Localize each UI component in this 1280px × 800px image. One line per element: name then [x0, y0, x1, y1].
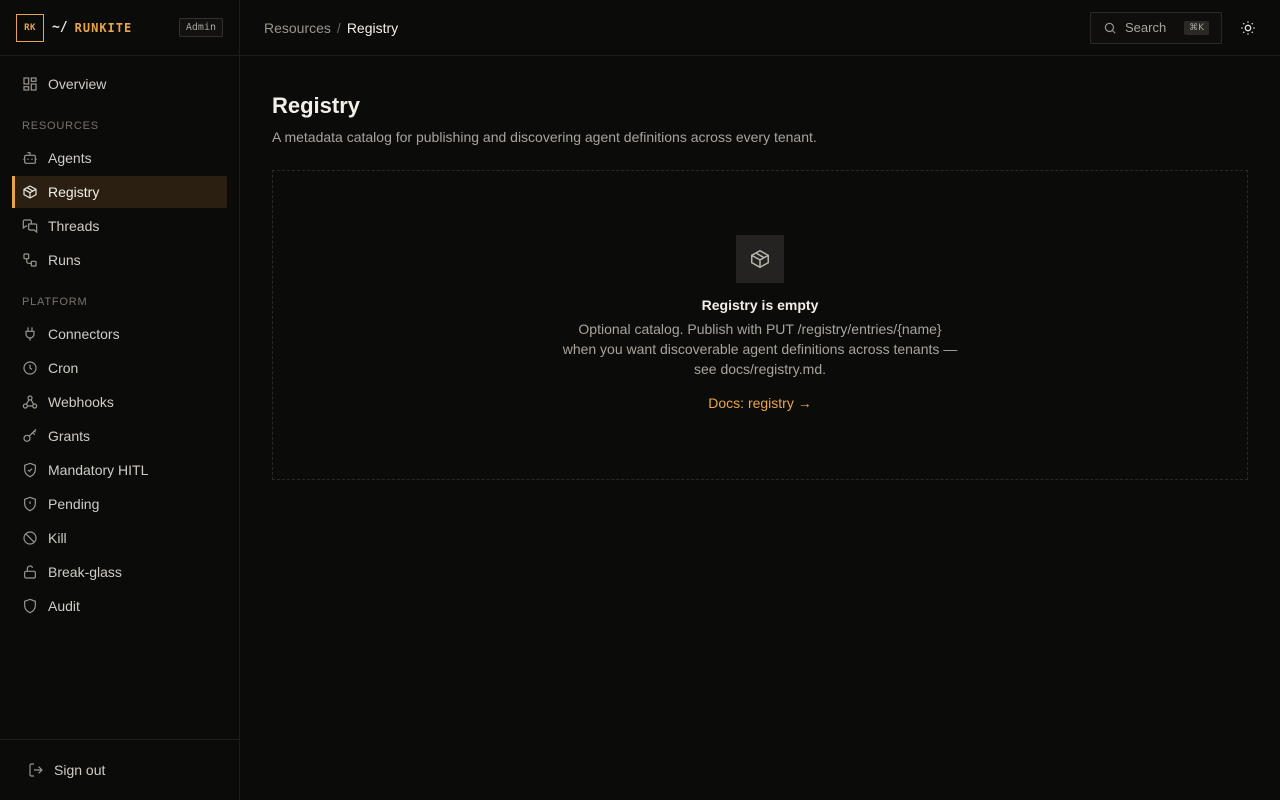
sidebar-item-cron[interactable]: Cron — [12, 352, 227, 384]
brand-header: RK ~/ RUNKITE Admin — [0, 0, 239, 56]
sidebar-item-label: Cron — [48, 360, 79, 376]
main-content: Registry A metadata catalog for publishi… — [272, 56, 1248, 480]
docs-registry-link[interactable]: Docs: registry → — [708, 395, 811, 411]
sidebar-item-runs[interactable]: Runs — [12, 244, 227, 276]
sidebar-nav: Overview RESOURCES Agents Registry Threa… — [0, 56, 239, 622]
logo-icon[interactable]: RK — [16, 13, 44, 42]
page-subtitle: A metadata catalog for publishing and di… — [272, 129, 817, 145]
page-title: Registry — [272, 93, 361, 118]
search-label: Search — [1125, 20, 1167, 35]
sun-icon[interactable] — [1240, 20, 1256, 36]
key-icon — [22, 428, 38, 444]
log-out-icon — [28, 762, 44, 778]
ban-icon — [22, 530, 38, 546]
search-shortcut: ⌘K — [1184, 20, 1209, 35]
lock-open-icon — [22, 564, 38, 580]
sidebar-item-label: Grants — [48, 428, 91, 444]
sidebar-item-label: Break-glass — [48, 564, 122, 580]
sidebar-item-label: Webhooks — [48, 394, 114, 410]
bot-icon — [22, 150, 38, 166]
search-icon — [1103, 21, 1117, 35]
logo-prefix: ~/ — [52, 20, 68, 35]
sidebar-item-break-glass[interactable]: Break-glass — [12, 556, 227, 588]
shield-icon — [22, 598, 38, 614]
sign-out-label: Sign out — [54, 762, 106, 778]
top-bar: Resources / Registry Search ⌘K — [240, 0, 1280, 56]
empty-state-title: Registry is empty — [701, 297, 819, 313]
shield-check-icon — [22, 462, 38, 478]
sidebar-item-webhooks[interactable]: Webhooks — [12, 386, 227, 418]
webhook-icon — [22, 394, 38, 410]
sidebar-item-audit[interactable]: Audit — [12, 590, 227, 622]
sidebar-item-label: Connectors — [48, 326, 120, 342]
sidebar-item-kill[interactable]: Kill — [12, 522, 227, 554]
sidebar-item-agents[interactable]: Agents — [12, 142, 227, 174]
sidebar-item-mandatory-hitl[interactable]: Mandatory HITL — [12, 454, 227, 486]
shield-alert-icon — [22, 496, 38, 512]
sidebar-item-label: Overview — [48, 76, 107, 92]
sidebar: RK ~/ RUNKITE Admin Overview RESOURCES A… — [0, 0, 240, 800]
sidebar-item-label: Kill — [48, 530, 67, 546]
section-label-platform: PLATFORM — [22, 296, 88, 308]
search-button[interactable]: Search ⌘K — [1090, 11, 1222, 44]
messages-icon — [22, 218, 38, 234]
plug-icon — [22, 326, 38, 342]
workflow-icon — [22, 252, 38, 268]
sidebar-item-grants[interactable]: Grants — [12, 420, 227, 452]
sidebar-item-connectors[interactable]: Connectors — [12, 318, 227, 350]
sidebar-item-registry[interactable]: Registry — [12, 176, 227, 208]
sidebar-item-label: Runs — [48, 252, 81, 268]
package-icon — [22, 184, 38, 200]
sidebar-item-label: Mandatory HITL — [48, 462, 149, 478]
breadcrumb-resources[interactable]: Resources — [264, 20, 331, 36]
sidebar-item-threads[interactable]: Threads — [12, 210, 227, 242]
package-icon — [736, 235, 784, 283]
sidebar-item-label: Pending — [48, 496, 100, 512]
app-name[interactable]: RUNKITE — [75, 21, 133, 35]
admin-badge: Admin — [178, 18, 223, 37]
sidebar-item-pending[interactable]: Pending — [12, 488, 227, 520]
sidebar-item-label: Audit — [48, 598, 80, 614]
sidebar-item-label: Registry — [48, 184, 100, 200]
sign-out-button[interactable]: Sign out — [0, 739, 239, 800]
sidebar-item-label: Threads — [48, 218, 100, 234]
empty-state-description: Optional catalog. Publish with PUT /regi… — [562, 321, 958, 377]
section-label-resources: RESOURCES — [22, 120, 99, 132]
clock-icon — [22, 360, 38, 376]
breadcrumb-current: Registry — [346, 19, 399, 36]
sidebar-item-overview[interactable]: Overview — [12, 68, 227, 100]
sidebar-item-label: Agents — [48, 150, 92, 166]
breadcrumb-separator: / — [336, 19, 341, 36]
dashboard-icon — [22, 76, 38, 92]
empty-state: Registry is empty Optional catalog. Publ… — [272, 170, 1248, 480]
